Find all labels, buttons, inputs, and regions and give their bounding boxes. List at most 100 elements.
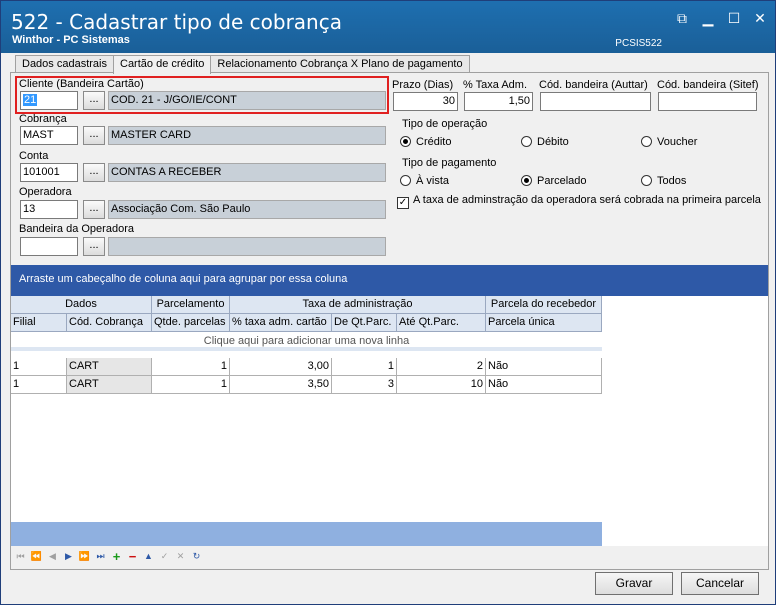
col-filial[interactable]: Filial bbox=[11, 314, 67, 332]
cell-filial[interactable]: 1 bbox=[11, 358, 67, 376]
cod-sitef-input[interactable] bbox=[658, 92, 757, 111]
cell-filial[interactable]: 1 bbox=[11, 376, 67, 394]
bandeira-operadora-desc bbox=[108, 237, 386, 256]
table-row[interactable]: 1 CART 1 3,50 3 10 Não bbox=[11, 376, 602, 394]
band-parcela-recebedor[interactable]: Parcela do recebedor bbox=[486, 296, 602, 314]
conta-lookup-button[interactable]: ... bbox=[83, 163, 105, 182]
tipo-operacao-label: Tipo de operação bbox=[402, 118, 488, 130]
col-qtde-parcelas[interactable]: Qtde. parcelas bbox=[152, 314, 230, 332]
program-code: PCSIS522 bbox=[615, 38, 662, 49]
col-de-qt-parc[interactable]: De Qt.Parc. bbox=[332, 314, 397, 332]
radio-selected-icon bbox=[521, 175, 532, 186]
add-icon[interactable]: + bbox=[109, 549, 124, 564]
grid-navigator: ⏮ ⏪ ◀ ▶ ⏩ ⏭ + − ▲ ✓ ✕ ↻ bbox=[11, 546, 768, 568]
check-icon: ✓ bbox=[397, 197, 409, 209]
new-row-hint[interactable]: Clique aqui para adicionar uma nova linh… bbox=[11, 332, 602, 351]
next-page-icon[interactable]: ⏩ bbox=[77, 549, 92, 564]
conta-code-input[interactable]: 101001 bbox=[20, 163, 78, 182]
radio-icon bbox=[400, 175, 411, 186]
cell-de-qt-parc[interactable]: 3 bbox=[332, 376, 397, 394]
next-icon[interactable]: ▶ bbox=[61, 549, 76, 564]
cod-auttar-input[interactable] bbox=[540, 92, 651, 111]
col-ate-qt-parc[interactable]: Até Qt.Parc. bbox=[397, 314, 486, 332]
tab-strip: Dados cadastrais Cartão de crédito Relac… bbox=[15, 55, 470, 74]
cell-parcela-unica[interactable]: Não bbox=[486, 358, 602, 376]
band-dados[interactable]: Dados bbox=[11, 296, 152, 314]
group-by-panel[interactable]: Arraste um cabeçalho de coluna aqui para… bbox=[11, 265, 768, 296]
cell-taxa-adm[interactable]: 3,00 bbox=[230, 358, 332, 376]
cell-qtde-parcelas[interactable]: 1 bbox=[152, 376, 230, 394]
cobranca-label: Cobrança bbox=[19, 113, 67, 125]
radio-icon bbox=[641, 136, 652, 147]
cod-auttar-label: Cód. bandeira (Auttar) bbox=[539, 79, 648, 91]
window-title: 522 - Cadastrar tipo de cobrança bbox=[11, 10, 342, 34]
cobranca-code-input[interactable]: MAST bbox=[20, 126, 78, 145]
tab-relacionamento[interactable]: Relacionamento Cobrança X Plano de pagam… bbox=[210, 55, 470, 73]
post-icon[interactable]: ✓ bbox=[157, 549, 172, 564]
bandeira-operadora-lookup-button[interactable]: ... bbox=[83, 237, 105, 256]
cell-ate-qt-parc[interactable]: 2 bbox=[397, 358, 486, 376]
radio-parcelado[interactable]: Parcelado bbox=[521, 175, 587, 187]
operadora-desc: Associação Com. São Paulo bbox=[108, 200, 386, 219]
table-row[interactable]: 1 CART 1 3,00 1 2 Não bbox=[11, 358, 602, 376]
cancel-button[interactable]: Cancelar bbox=[681, 572, 759, 595]
band-parcelamento[interactable]: Parcelamento bbox=[152, 296, 230, 314]
edit-icon[interactable]: ▲ bbox=[141, 549, 156, 564]
maximize-icon[interactable]: ☐ bbox=[727, 11, 741, 25]
prev-icon[interactable]: ◀ bbox=[45, 549, 60, 564]
operadora-code-input[interactable]: 13 bbox=[20, 200, 78, 219]
col-cod-cobranca[interactable]: Cód. Cobrança bbox=[67, 314, 152, 332]
radio-voucher[interactable]: Voucher bbox=[641, 136, 697, 148]
cell-cod-cobranca[interactable]: CART bbox=[67, 358, 152, 376]
cell-taxa-adm[interactable]: 3,50 bbox=[230, 376, 332, 394]
operadora-lookup-button[interactable]: ... bbox=[83, 200, 105, 219]
bandeira-operadora-code-input[interactable] bbox=[20, 237, 78, 256]
cobranca-desc: MASTER CARD bbox=[108, 126, 386, 145]
radio-icon bbox=[641, 175, 652, 186]
main-window: 522 - Cadastrar tipo de cobrança Winthor… bbox=[0, 0, 776, 605]
cliente-desc: COD. 21 - J/GO/IE/CONT bbox=[108, 91, 386, 110]
column-header-row: Filial Cód. Cobrança Qtde. parcelas % ta… bbox=[11, 314, 602, 332]
window-controls: ⧉ ▁ ☐ ✕ bbox=[675, 11, 767, 25]
prazo-input[interactable]: 30 bbox=[393, 92, 458, 111]
band-taxa[interactable]: Taxa de administração bbox=[230, 296, 486, 314]
prev-page-icon[interactable]: ⏪ bbox=[29, 549, 44, 564]
tab-dados-cadastrais[interactable]: Dados cadastrais bbox=[15, 55, 114, 73]
cancel-icon[interactable]: ✕ bbox=[173, 549, 188, 564]
conta-label: Conta bbox=[19, 150, 49, 162]
refresh-icon[interactable]: ↻ bbox=[189, 549, 204, 564]
save-button[interactable]: Gravar bbox=[595, 572, 673, 595]
bandeira-operadora-label: Bandeira da Operadora bbox=[19, 223, 134, 235]
first-icon[interactable]: ⏮ bbox=[13, 549, 28, 564]
delete-icon[interactable]: − bbox=[125, 549, 140, 564]
taxa-input[interactable]: 1,50 bbox=[464, 92, 533, 111]
restore-icon[interactable]: ⧉ bbox=[675, 11, 689, 25]
radio-debito[interactable]: Débito bbox=[521, 136, 569, 148]
cell-parcela-unica[interactable]: Não bbox=[486, 376, 602, 394]
cell-ate-qt-parc[interactable]: 10 bbox=[397, 376, 486, 394]
taxa-primeira-parcela-checkbox[interactable]: ✓ A taxa de adminstração da operadora ser… bbox=[397, 194, 761, 209]
taxa-label: % Taxa Adm. bbox=[463, 79, 527, 91]
radio-credito[interactable]: Crédito bbox=[400, 136, 451, 148]
close-icon[interactable]: ✕ bbox=[753, 11, 767, 25]
tipo-pagamento-label: Tipo de pagamento bbox=[402, 157, 497, 169]
window-subtitle: Winthor - PC Sistemas bbox=[12, 34, 130, 46]
operadora-label: Operadora bbox=[19, 186, 72, 198]
radio-icon bbox=[521, 136, 532, 147]
prazo-label: Prazo (Dias) bbox=[392, 79, 454, 91]
cell-qtde-parcelas[interactable]: 1 bbox=[152, 358, 230, 376]
radio-todos[interactable]: Todos bbox=[641, 175, 686, 187]
cliente-lookup-button[interactable]: ... bbox=[83, 91, 105, 110]
radio-a-vista[interactable]: À vista bbox=[400, 175, 449, 187]
tab-cartao-credito[interactable]: Cartão de crédito bbox=[113, 55, 212, 74]
cobranca-lookup-button[interactable]: ... bbox=[83, 126, 105, 145]
col-parcela-unica[interactable]: Parcela única bbox=[486, 314, 602, 332]
grid-area: Dados Parcelamento Taxa de administração… bbox=[11, 296, 768, 546]
cell-cod-cobranca[interactable]: CART bbox=[67, 376, 152, 394]
col-taxa-adm[interactable]: % taxa adm. cartão bbox=[230, 314, 332, 332]
last-icon[interactable]: ⏭ bbox=[93, 549, 108, 564]
cliente-code-input[interactable]: 21 bbox=[20, 91, 78, 110]
cell-de-qt-parc[interactable]: 1 bbox=[332, 358, 397, 376]
minimize-icon[interactable]: ▁ bbox=[701, 11, 715, 25]
conta-desc: CONTAS A RECEBER bbox=[108, 163, 386, 182]
